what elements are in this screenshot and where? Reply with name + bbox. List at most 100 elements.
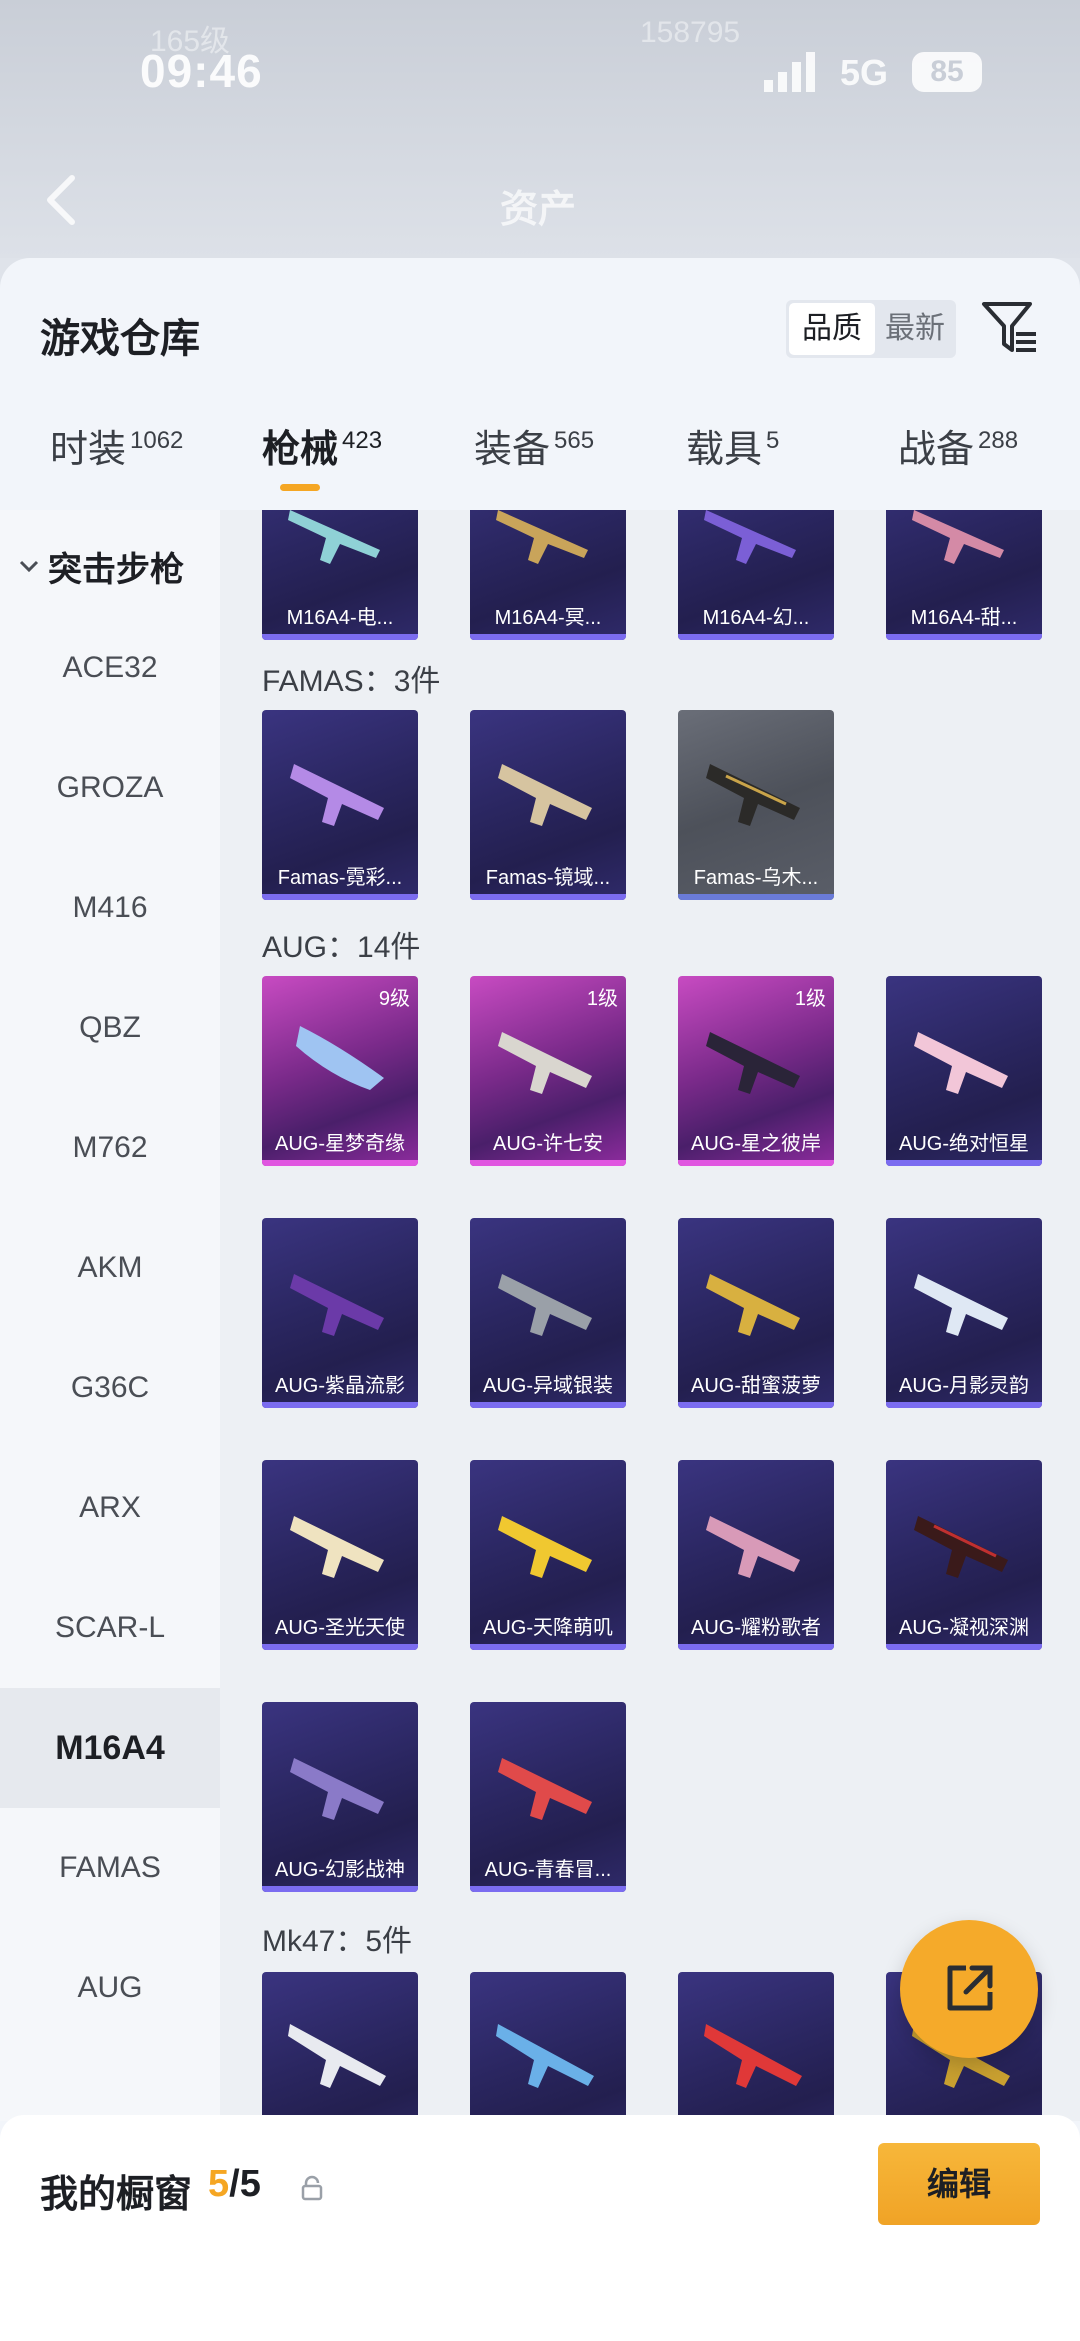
sidebar-item-g36c[interactable]: G36C <box>0 1328 220 1448</box>
chevron-down-icon <box>19 560 39 573</box>
rifle-icon <box>296 1026 384 1090</box>
skin-card[interactable]: AUG-天降萌叽 <box>470 1460 626 1650</box>
skin-card[interactable]: AUG-绝对恒星 <box>886 976 1042 1166</box>
skin-card[interactable]: AUG-凝视深渊 <box>886 1460 1042 1650</box>
skin-name: M16A4-电... <box>286 607 394 629</box>
skin-card[interactable]: AUG-青春冒... <box>470 1702 626 1892</box>
sidebar-item-m16a4[interactable]: M16A4 <box>0 1688 220 1808</box>
skin-name: M16A4-冥... <box>494 607 602 629</box>
rarity-bar <box>262 1402 418 1408</box>
skin-name: Famas-镜域... <box>485 867 611 889</box>
rifle-icon <box>704 2024 802 2088</box>
category-header-assault-rifle[interactable]: 突击步枪 <box>18 536 184 596</box>
skin-card[interactable]: AUG-异域银装 <box>470 1218 626 1408</box>
skin-name: AUG-紫晶流影 <box>275 1375 405 1397</box>
skin-card[interactable]: 1级 AUG-星之彼岸 <box>678 976 834 1166</box>
skin-card[interactable]: 1级 AUG-许七安 <box>470 976 626 1166</box>
skin-card[interactable]: Famas-霓彩... <box>262 710 418 900</box>
sidebar-item-m416[interactable]: M416 <box>0 848 220 968</box>
tab-vehicles[interactable]: 载具 5 <box>686 418 779 508</box>
tab-label: 时装 <box>50 429 127 471</box>
share-icon <box>947 1965 993 2011</box>
tab-guns[interactable]: 枪械 423 <box>262 418 382 508</box>
rarity-bar <box>262 1160 418 1166</box>
rifle-icon <box>706 1032 800 1094</box>
skin-name: M16A4-幻... <box>702 607 810 629</box>
rifle-icon <box>496 2024 594 2088</box>
skin-name: AUG-青春冒... <box>484 1859 612 1881</box>
section-aug: AUG：14件 <box>262 931 421 964</box>
rarity-bar <box>678 1402 834 1408</box>
filter-icon[interactable] <box>980 298 1040 358</box>
rifle-icon <box>496 510 588 564</box>
rifle-icon <box>706 1274 800 1336</box>
share-button[interactable] <box>900 1920 1038 2058</box>
skin-card[interactable]: M16A4-幻... <box>678 510 834 640</box>
tab-equipment[interactable]: 装备 565 <box>474 418 594 508</box>
skin-card[interactable]: M16A4-电... <box>262 510 418 640</box>
skin-name: AUG-甜蜜菠萝 <box>691 1375 821 1397</box>
back-arrow-icon[interactable] <box>36 170 86 230</box>
rifle-icon <box>290 1516 384 1578</box>
skin-card[interactable] <box>678 1972 834 2121</box>
skin-card[interactable]: AUG-圣光天使 <box>262 1460 418 1650</box>
rifle-icon <box>498 1758 592 1820</box>
sidebar-item-arx[interactable]: ARX <box>0 1448 220 1568</box>
section-famas: FAMAS：3件 <box>262 665 441 698</box>
sidebar-item-akm[interactable]: AKM <box>0 1208 220 1328</box>
rifle-icon <box>288 2024 386 2088</box>
tab-fashion[interactable]: 时装 1062 <box>50 418 183 508</box>
sort-quality-button[interactable]: 品质 <box>789 303 875 355</box>
showcase-bar: 我的橱窗 5/5 编辑 <box>0 2115 1080 2341</box>
skin-card[interactable]: AUG-甜蜜菠萝 <box>678 1218 834 1408</box>
skin-card[interactable]: M16A4-冥... <box>470 510 626 640</box>
sidebar-item-aug[interactable]: AUG <box>0 1928 220 2048</box>
tab-tactical[interactable]: 战备 288 <box>898 418 1018 508</box>
skin-card[interactable]: AUG-幻影战神 <box>262 1702 418 1892</box>
sidebar-item-qbz[interactable]: QBZ <box>0 968 220 1088</box>
sidebar-item-famas[interactable]: FAMAS <box>0 1808 220 1928</box>
skin-card[interactable]: AUG-紫晶流影 <box>262 1218 418 1408</box>
tab-count: 565 <box>554 427 595 454</box>
skin-card[interactable]: AUG-耀粉歌者 <box>678 1460 834 1650</box>
rarity-bar <box>886 634 1042 640</box>
rifle-icon <box>288 510 380 564</box>
skin-card[interactable]: Famas-镜域... <box>470 710 626 900</box>
skin-card[interactable]: Famas-乌木... <box>678 710 834 900</box>
rarity-bar <box>886 1160 1042 1166</box>
sort-latest-button[interactable]: 最新 <box>876 303 954 355</box>
rarity-bar <box>262 634 418 640</box>
weapon-sidebar: 突击步枪 ACE32 GROZA M416 QBZ M762 AKM G36C … <box>0 510 220 2121</box>
rarity-bar <box>262 894 418 900</box>
skin-name: AUG-星梦奇缘 <box>275 1133 405 1155</box>
category-tabs: 时装 1062 枪械 423 装备 565 载具 5 战备 288 <box>0 418 1080 508</box>
rifle-icon <box>704 510 796 564</box>
skin-card[interactable] <box>262 1972 418 2121</box>
skin-card[interactable]: AUG-月影灵韵 <box>886 1218 1042 1408</box>
tab-label: 装备 <box>474 429 551 471</box>
tab-label: 战备 <box>898 429 975 471</box>
skin-name: M16A4-甜... <box>910 607 1018 629</box>
sidebar-item-scar-l[interactable]: SCAR-L <box>0 1568 220 1688</box>
rifle-icon <box>914 1274 1008 1336</box>
skin-card[interactable] <box>470 1972 626 2121</box>
sidebar-item-groza[interactable]: GROZA <box>0 728 220 848</box>
skin-name: Famas-霓彩... <box>277 867 403 889</box>
skin-name: AUG-凝视深渊 <box>899 1617 1029 1639</box>
skin-card[interactable]: M16A4-甜... <box>886 510 1042 640</box>
skin-name: AUG-许七安 <box>493 1133 603 1155</box>
rifle-icon <box>914 1516 1008 1578</box>
sidebar-item-m762[interactable]: M762 <box>0 1088 220 1208</box>
skin-card[interactable]: 9级 AUG-星梦奇缘 <box>262 976 418 1166</box>
rarity-bar <box>262 1886 418 1892</box>
rifle-icon <box>912 510 1004 564</box>
rarity-bar <box>470 634 626 640</box>
rarity-bar <box>470 1160 626 1166</box>
rifle-icon <box>914 1032 1008 1094</box>
network-type: 5G <box>840 52 889 93</box>
sidebar-item-ace32[interactable]: ACE32 <box>0 608 220 728</box>
rifle-icon <box>498 1516 592 1578</box>
edit-button[interactable]: 编辑 <box>878 2143 1040 2225</box>
clock: 09:46 <box>140 45 263 97</box>
skin-name: AUG-幻影战神 <box>275 1859 405 1881</box>
